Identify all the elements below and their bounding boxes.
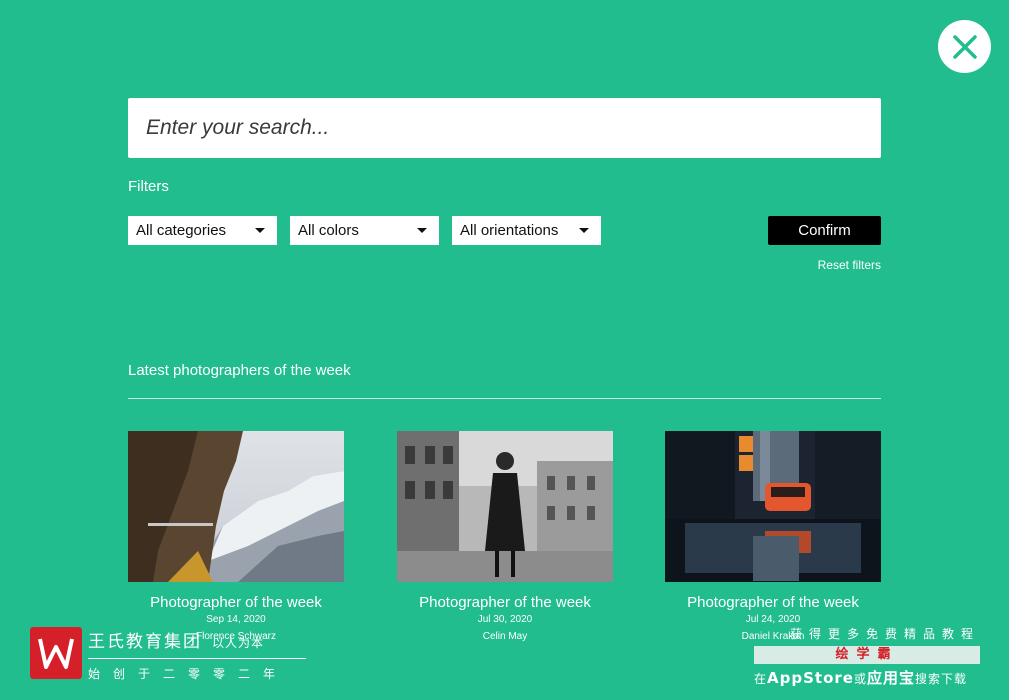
wm-r3-pre: 在 (754, 672, 768, 686)
wm-r3-post: 搜索下载 (914, 672, 967, 686)
wm-since: 始创于二零零二年 (88, 667, 289, 681)
watermark-right: 获得更多免费精品教程 绘学霸 在AppStore或应用宝搜索下载 (754, 625, 980, 688)
wm-motto: 以人为本 (212, 636, 265, 650)
photographer-card[interactable]: Photographer of the week Jul 24, 2020 Da… (665, 431, 881, 642)
wm-logo (30, 627, 82, 679)
photographer-card[interactable]: Photographer of the week Jul 30, 2020 Ce… (397, 431, 613, 642)
caret-down-icon (255, 228, 265, 233)
card-caption: Photographer of the week (687, 594, 859, 611)
card-caption: Photographer of the week (150, 594, 322, 611)
section-title: Latest photographers of the week (128, 362, 351, 379)
wm-right-line1: 获得更多免费精品教程 (789, 627, 980, 641)
card-photographer-name[interactable]: Celin May (397, 631, 613, 642)
divider (128, 398, 881, 399)
wm-r3-app: 应用宝 (866, 669, 915, 687)
card-caption: Photographer of the week (419, 594, 591, 611)
wm-line1: 王氏教育集团 以人为本 (88, 627, 306, 652)
wm-r3-mid: 或 (853, 672, 867, 686)
photographer-card[interactable]: Photographer of the week Sep 14, 2020 Fl… (128, 431, 344, 642)
watermark-left: 王氏教育集团 以人为本 始创于二零零二年 (30, 627, 306, 681)
categories-dropdown[interactable]: All categories (128, 216, 277, 245)
photo-city[interactable] (665, 431, 881, 582)
wm-r3-store: AppStore (767, 669, 854, 687)
wm-title: 王氏教育集团 (88, 632, 202, 652)
wm-text: 王氏教育集团 以人为本 始创于二零零二年 (88, 627, 306, 681)
filters-label: Filters (128, 178, 169, 195)
photo-street[interactable] (397, 431, 613, 582)
wm-separator (88, 658, 306, 659)
close-button[interactable] (938, 20, 991, 73)
colors-dropdown-value: All colors (298, 222, 359, 239)
search-box (128, 98, 881, 158)
close-icon (952, 34, 977, 59)
wm-right-brand: 绘学霸 (754, 646, 980, 664)
wm-right-line3: 在AppStore或应用宝搜索下载 (754, 667, 980, 688)
reset-filters-link[interactable]: Reset filters (818, 258, 881, 272)
orientations-dropdown[interactable]: All orientations (452, 216, 601, 245)
search-input[interactable] (128, 98, 881, 158)
card-date: Jul 24, 2020 (745, 614, 801, 625)
card-date: Jul 30, 2020 (477, 614, 533, 625)
categories-dropdown-value: All categories (136, 222, 227, 239)
photo-mountain[interactable] (128, 431, 344, 582)
caret-down-icon (579, 228, 589, 233)
card-date: Sep 14, 2020 (206, 614, 266, 625)
confirm-button[interactable]: Confirm (768, 216, 881, 245)
caret-down-icon (417, 228, 427, 233)
orientations-dropdown-value: All orientations (460, 222, 559, 239)
colors-dropdown[interactable]: All colors (290, 216, 439, 245)
